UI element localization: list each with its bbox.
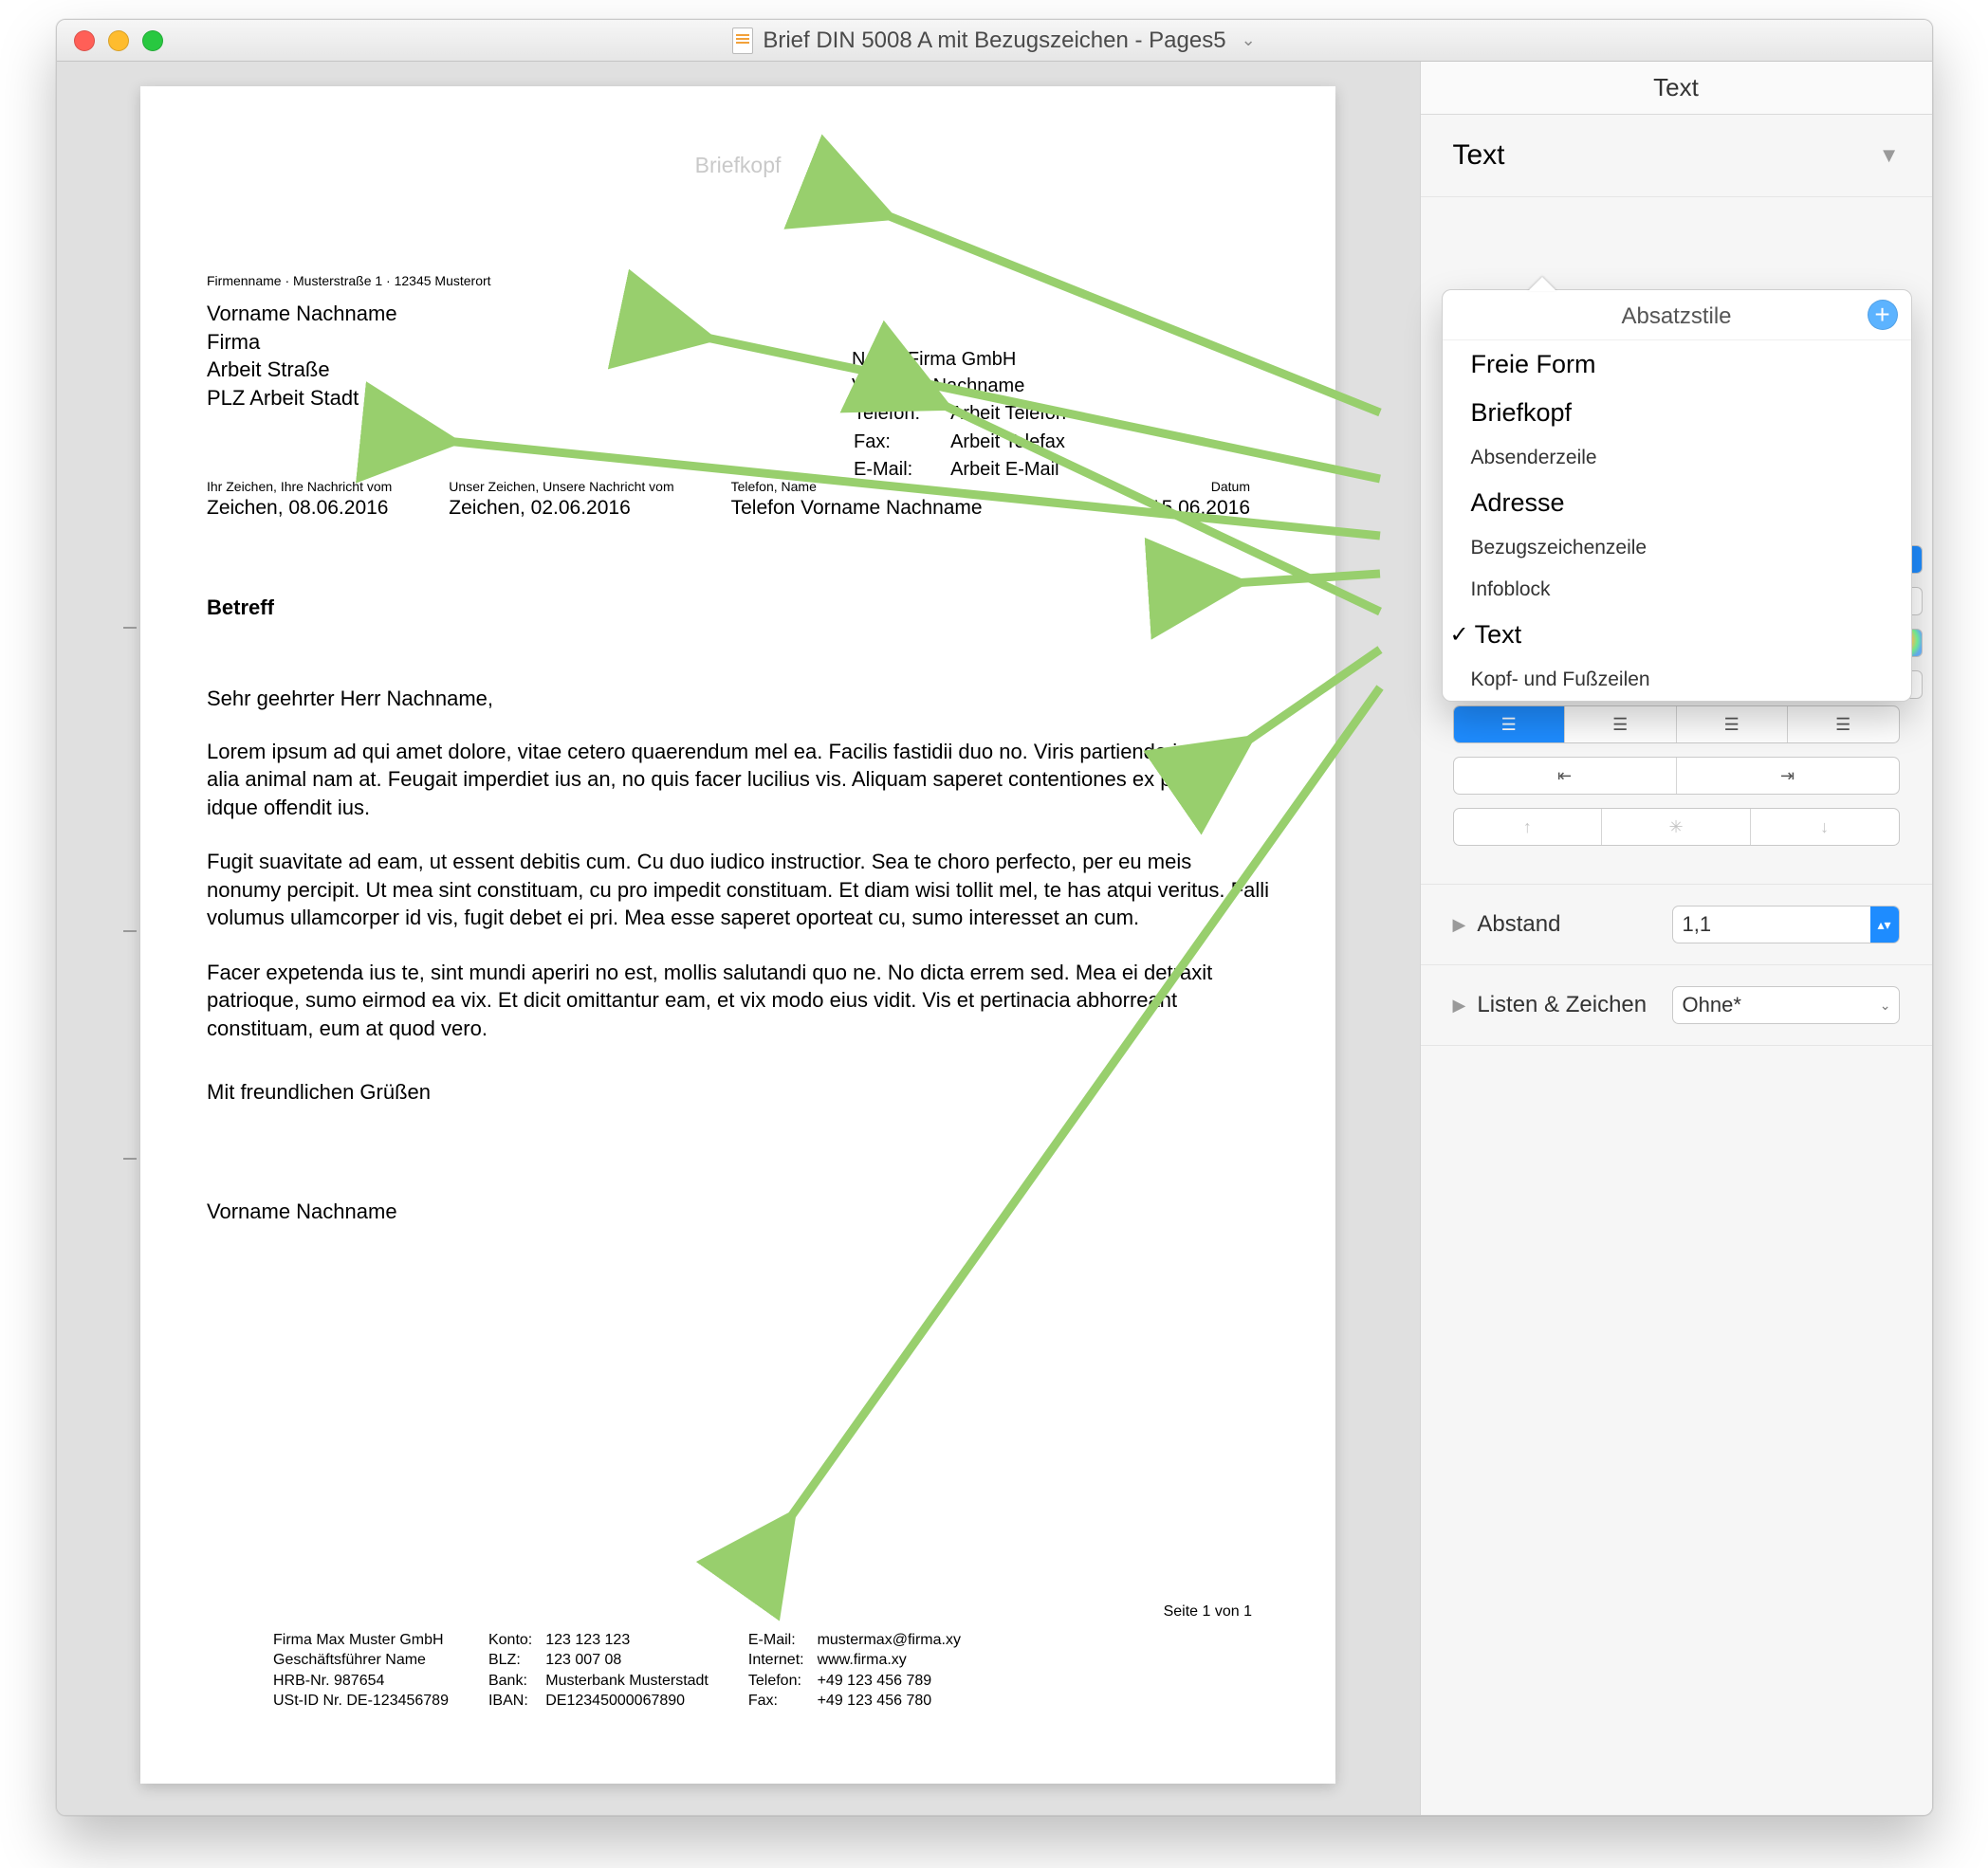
spacing-label: Abstand	[1477, 911, 1671, 938]
paragraph-style-item[interactable]: Adresse	[1443, 479, 1911, 527]
inspector-panel: Text Text ▼ Ausrichtung ☰ ☰ ☰ ☰ ⇤ ⇥	[1420, 62, 1932, 1815]
align-right-button[interactable]: ☰	[1677, 706, 1789, 742]
add-style-button[interactable]: +	[1868, 300, 1898, 330]
paragraph-style-item[interactable]: Freie Form	[1443, 340, 1911, 389]
lists-value: Ohne*	[1683, 993, 1741, 1017]
indent-segment[interactable]: ⇤ ⇥	[1453, 757, 1900, 795]
lists-label: Listen & Zeichen	[1477, 992, 1671, 1018]
spacing-row[interactable]: ▶ Abstand 1,1 ▴▾	[1421, 885, 1932, 965]
popover-title: Absatzstile	[1621, 303, 1731, 330]
paragraph-styles-popover[interactable]: Absatzstile + Freie FormBriefkopfAbsende…	[1442, 289, 1912, 702]
outdent-button[interactable]: ⇤	[1454, 758, 1677, 794]
align-justify-button[interactable]: ☰	[1788, 706, 1899, 742]
chevron-down-icon[interactable]: ⌄	[1242, 30, 1256, 50]
lists-row[interactable]: ▶ Listen & Zeichen Ohne* ⌄	[1421, 965, 1932, 1046]
minimize-button[interactable]	[108, 30, 129, 51]
horizontal-align-segment[interactable]: ☰ ☰ ☰ ☰	[1453, 705, 1900, 743]
current-style-label: Text	[1453, 139, 1505, 172]
valign-top-button: ↑	[1454, 809, 1603, 845]
disclosure-triangle-icon[interactable]: ▶	[1453, 915, 1466, 935]
paragraph-style-item[interactable]: Briefkopf	[1443, 389, 1911, 437]
close-button[interactable]	[74, 30, 95, 51]
valign-bottom-button: ↓	[1751, 809, 1899, 845]
spacing-select[interactable]: 1,1 ▴▾	[1672, 906, 1900, 943]
paragraph-style-row[interactable]: Text ▼	[1421, 115, 1932, 197]
indent-button[interactable]: ⇥	[1677, 758, 1899, 794]
paragraph-style-item[interactable]: Text	[1443, 611, 1911, 659]
zoom-button[interactable]	[142, 30, 163, 51]
titlebar: Brief DIN 5008 A mit Bezugszeichen - Pag…	[57, 20, 1932, 62]
document-icon	[732, 27, 753, 54]
vertical-align-segment: ↑ ✳ ↓	[1453, 808, 1900, 846]
annotation-arrows	[57, 62, 1394, 1806]
app-window: Brief DIN 5008 A mit Bezugszeichen - Pag…	[56, 19, 1933, 1816]
spacing-value: 1,1	[1683, 912, 1712, 937]
paragraph-style-item[interactable]: Bezugszeichenzeile	[1443, 527, 1911, 569]
lists-select[interactable]: Ohne* ⌄	[1672, 986, 1900, 1024]
traffic-lights	[74, 30, 163, 51]
valign-middle-button: ✳	[1602, 809, 1751, 845]
align-left-button[interactable]: ☰	[1454, 706, 1566, 742]
inspector-tab-text[interactable]: Text	[1421, 62, 1932, 115]
chevron-down-icon[interactable]: ▼	[1879, 143, 1900, 168]
paragraph-style-item[interactable]: Absenderzeile	[1443, 437, 1911, 479]
disclosure-triangle-icon[interactable]: ▶	[1453, 996, 1466, 1016]
window-title: Brief DIN 5008 A mit Bezugszeichen - Pag…	[763, 27, 1225, 54]
paragraph-style-item[interactable]: Kopf- und Fußzeilen	[1443, 659, 1911, 701]
document-area[interactable]: Briefkopf Firmenname · Musterstraße 1 · …	[57, 62, 1420, 1815]
paragraph-style-item[interactable]: Infoblock	[1443, 569, 1911, 611]
align-center-button[interactable]: ☰	[1565, 706, 1677, 742]
